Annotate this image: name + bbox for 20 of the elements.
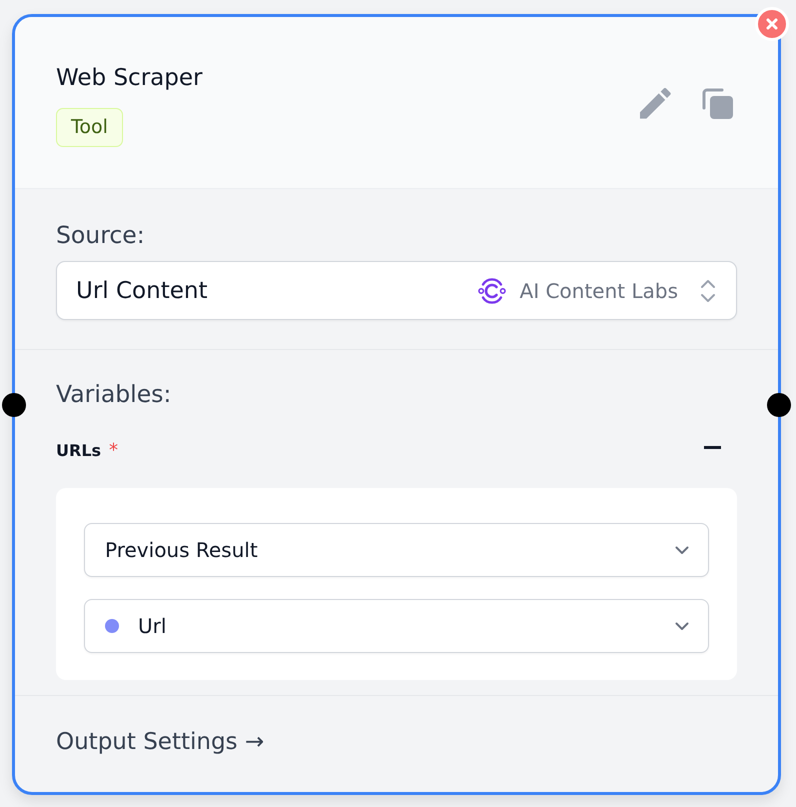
close-button[interactable] [755, 7, 789, 41]
provider-label: AI Content Labs [520, 278, 678, 302]
up-down-chevron-icon [700, 278, 716, 302]
chevron-down-icon [675, 622, 689, 630]
close-icon [766, 18, 778, 30]
connection-handle[interactable] [2, 393, 26, 417]
chevron-down-icon [675, 546, 689, 554]
required-mark: * [109, 440, 118, 460]
type-tag: Tool [56, 108, 123, 147]
variable-select[interactable]: Url [84, 599, 709, 653]
circle-logo-icon [478, 278, 506, 304]
source-label: Source: [56, 221, 146, 249]
output-settings-link[interactable]: Output Settings → [56, 729, 264, 755]
source-select[interactable]: Url Content AI Content Labs [56, 261, 737, 320]
minus-icon[interactable] [704, 446, 721, 448]
connection-handle[interactable] [767, 393, 791, 417]
variables-label: Variables: [56, 380, 172, 408]
source-type-select[interactable]: Previous Result [84, 523, 709, 577]
variable-name: URLs [56, 440, 102, 460]
node-title: Web Scraper [56, 64, 202, 93]
